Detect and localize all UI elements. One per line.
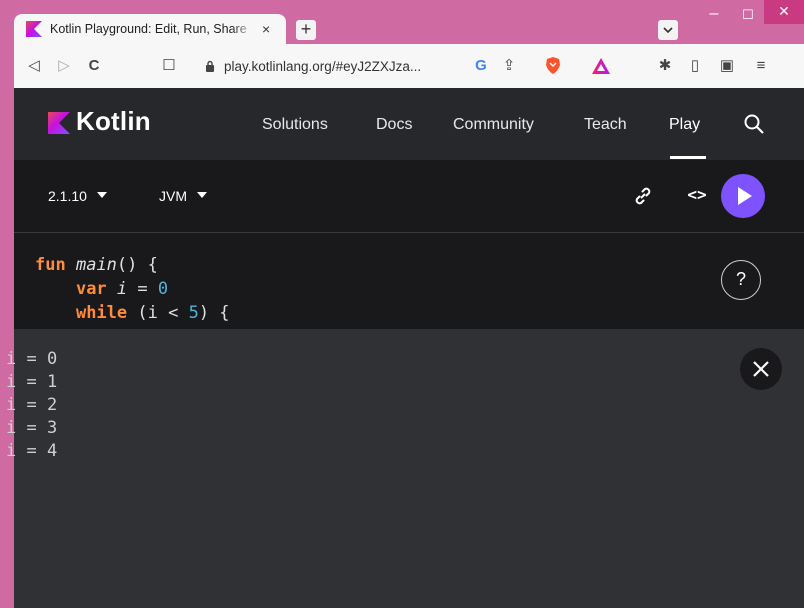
output-line: i = 4 (6, 441, 58, 461)
help-button[interactable]: ? (721, 260, 761, 300)
play-icon (738, 187, 752, 205)
code-editor[interactable]: fun main() { var i = 0 while (i < 5) { ? (14, 233, 804, 329)
chevron-down-icon (96, 192, 107, 199)
code-token: var (75, 279, 107, 299)
share-link-icon[interactable] (631, 184, 655, 208)
bookmark-icon[interactable]: ☐ (159, 44, 179, 88)
output-line: i = 1 (6, 372, 58, 392)
search-icon[interactable] (742, 112, 766, 136)
platform-value: JVM (159, 188, 187, 204)
output-line: i = 0 (6, 349, 58, 369)
extensions-icon[interactable]: ✱ (654, 44, 676, 88)
share-icon[interactable]: ⇪ (498, 44, 520, 88)
active-nav-indicator (670, 156, 706, 159)
nav-teach[interactable]: Teach (584, 116, 627, 134)
code-token: main (75, 255, 117, 275)
nav-docs[interactable]: Docs (376, 116, 412, 134)
code-line: var i = 0 (75, 279, 169, 299)
sidebar-icon[interactable]: ▯ (684, 44, 706, 88)
browser-tab[interactable]: Kotlin Playground: Edit, Run, Share × (14, 14, 286, 44)
back-icon[interactable]: ◁ (22, 44, 46, 88)
close-icon (753, 361, 769, 377)
lock-icon (206, 60, 214, 72)
version-value: 2.1.10 (48, 188, 87, 204)
platform-select[interactable]: JVM (159, 188, 207, 204)
version-select[interactable]: 2.1.10 (48, 188, 107, 204)
menu-icon[interactable]: ≡ (750, 44, 772, 88)
output-line: i = 2 (6, 395, 58, 415)
window-close-button[interactable]: ✕ (764, 0, 804, 24)
browser-toolbar: ◁ ▷ C ☐ play.kotlinlang.org/#eyJ2ZXJza..… (14, 44, 804, 88)
chevron-down-icon (197, 192, 207, 199)
code-token: while (75, 303, 128, 323)
site-header: Kotlin Solutions Docs Community Teach Pl… (14, 88, 804, 160)
window-maximize-button[interactable]: ☐ (736, 6, 760, 26)
kotlin-favicon-icon (26, 21, 42, 37)
address-bar[interactable]: play.kotlinlang.org/#eyJ2ZXJza... (204, 53, 444, 79)
nav-play[interactable]: Play (669, 116, 700, 134)
reload-icon[interactable]: C (82, 44, 106, 88)
wallet-icon[interactable]: ▣ (716, 44, 738, 88)
brave-icon[interactable] (542, 44, 564, 88)
window-minimize-button[interactable]: – (702, 6, 726, 26)
run-button[interactable] (721, 174, 765, 218)
forward-icon[interactable]: ▷ (52, 44, 76, 88)
playground-toolbar: 2.1.10 JVM <> (14, 160, 804, 233)
output-line: i = 3 (6, 418, 58, 438)
tab-title: Kotlin Playground: Edit, Run, Share (50, 22, 247, 36)
tab-search-icon[interactable] (658, 20, 678, 40)
code-token: fun (35, 255, 66, 275)
code-token: 0 (157, 279, 169, 299)
code-line: fun main() { (35, 255, 158, 275)
code-line: while (i < 5) { (75, 303, 230, 323)
tab-close-icon[interactable]: × (262, 21, 270, 37)
nav-solutions[interactable]: Solutions (262, 116, 328, 134)
code-toggle-icon[interactable]: <> (685, 182, 709, 208)
close-output-button[interactable] (740, 348, 782, 390)
kotlin-logo-icon[interactable] (48, 112, 70, 134)
code-token: i (116, 279, 128, 299)
output-panel: i = 0 i = 1 i = 2 i = 3 i = 4 (6, 329, 804, 608)
nav-community[interactable]: Community (453, 116, 534, 134)
code-token: 5 (188, 303, 199, 323)
google-icon[interactable]: G (470, 44, 492, 88)
brand-name[interactable]: Kotlin (76, 106, 151, 137)
url-text: play.kotlinlang.org/#eyJ2ZXJza... (224, 58, 422, 74)
new-tab-button[interactable]: + (296, 20, 316, 40)
triangle-icon[interactable] (590, 44, 612, 88)
